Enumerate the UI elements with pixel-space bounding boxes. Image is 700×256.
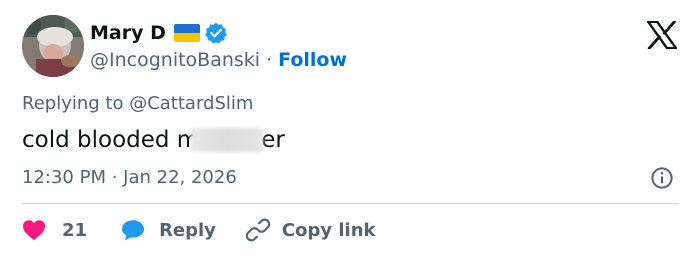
link-icon <box>245 218 270 242</box>
reply-button[interactable]: Reply <box>121 219 216 241</box>
tweet-timestamp[interactable]: 12:30 PM · Jan 22, 2026 <box>22 166 237 190</box>
divider <box>22 203 679 204</box>
replying-to-label[interactable]: Replying to @CattardSlim <box>22 92 253 116</box>
copy-link-label: Copy link <box>281 219 376 241</box>
heart-icon <box>23 220 45 240</box>
author-display-name[interactable]: Mary D <box>90 19 166 47</box>
tweet-text-start: cold blooded m <box>22 127 200 153</box>
avatar[interactable] <box>22 15 84 77</box>
author-name-row: Mary D <box>90 19 227 47</box>
reply-label: Reply <box>159 219 216 241</box>
handle-separator: · <box>266 49 273 71</box>
like-button[interactable]: 21 <box>22 219 87 241</box>
tweet-text: cold blooded m er <box>22 124 285 156</box>
tweet-card: Mary D @IncognitoBanski · Follow Replyin… <box>0 0 700 256</box>
x-logo-icon[interactable] <box>647 20 678 50</box>
ukraine-flag-icon <box>173 24 200 42</box>
verified-badge-icon <box>205 22 227 44</box>
tweet-text-end: er <box>261 127 285 153</box>
info-icon[interactable] <box>651 167 673 189</box>
reply-bubble-icon <box>122 220 145 241</box>
like-count: 21 <box>62 219 88 241</box>
follow-button[interactable]: Follow <box>278 49 347 71</box>
avatar-image <box>22 15 84 77</box>
copy-link-button[interactable]: Copy link <box>245 218 376 242</box>
author-handle-row: @IncognitoBanski · Follow <box>90 46 347 74</box>
redaction-blur <box>191 128 264 152</box>
action-bar: 21 Reply Copy link <box>22 216 376 244</box>
author-handle[interactable]: @IncognitoBanski <box>90 49 260 71</box>
